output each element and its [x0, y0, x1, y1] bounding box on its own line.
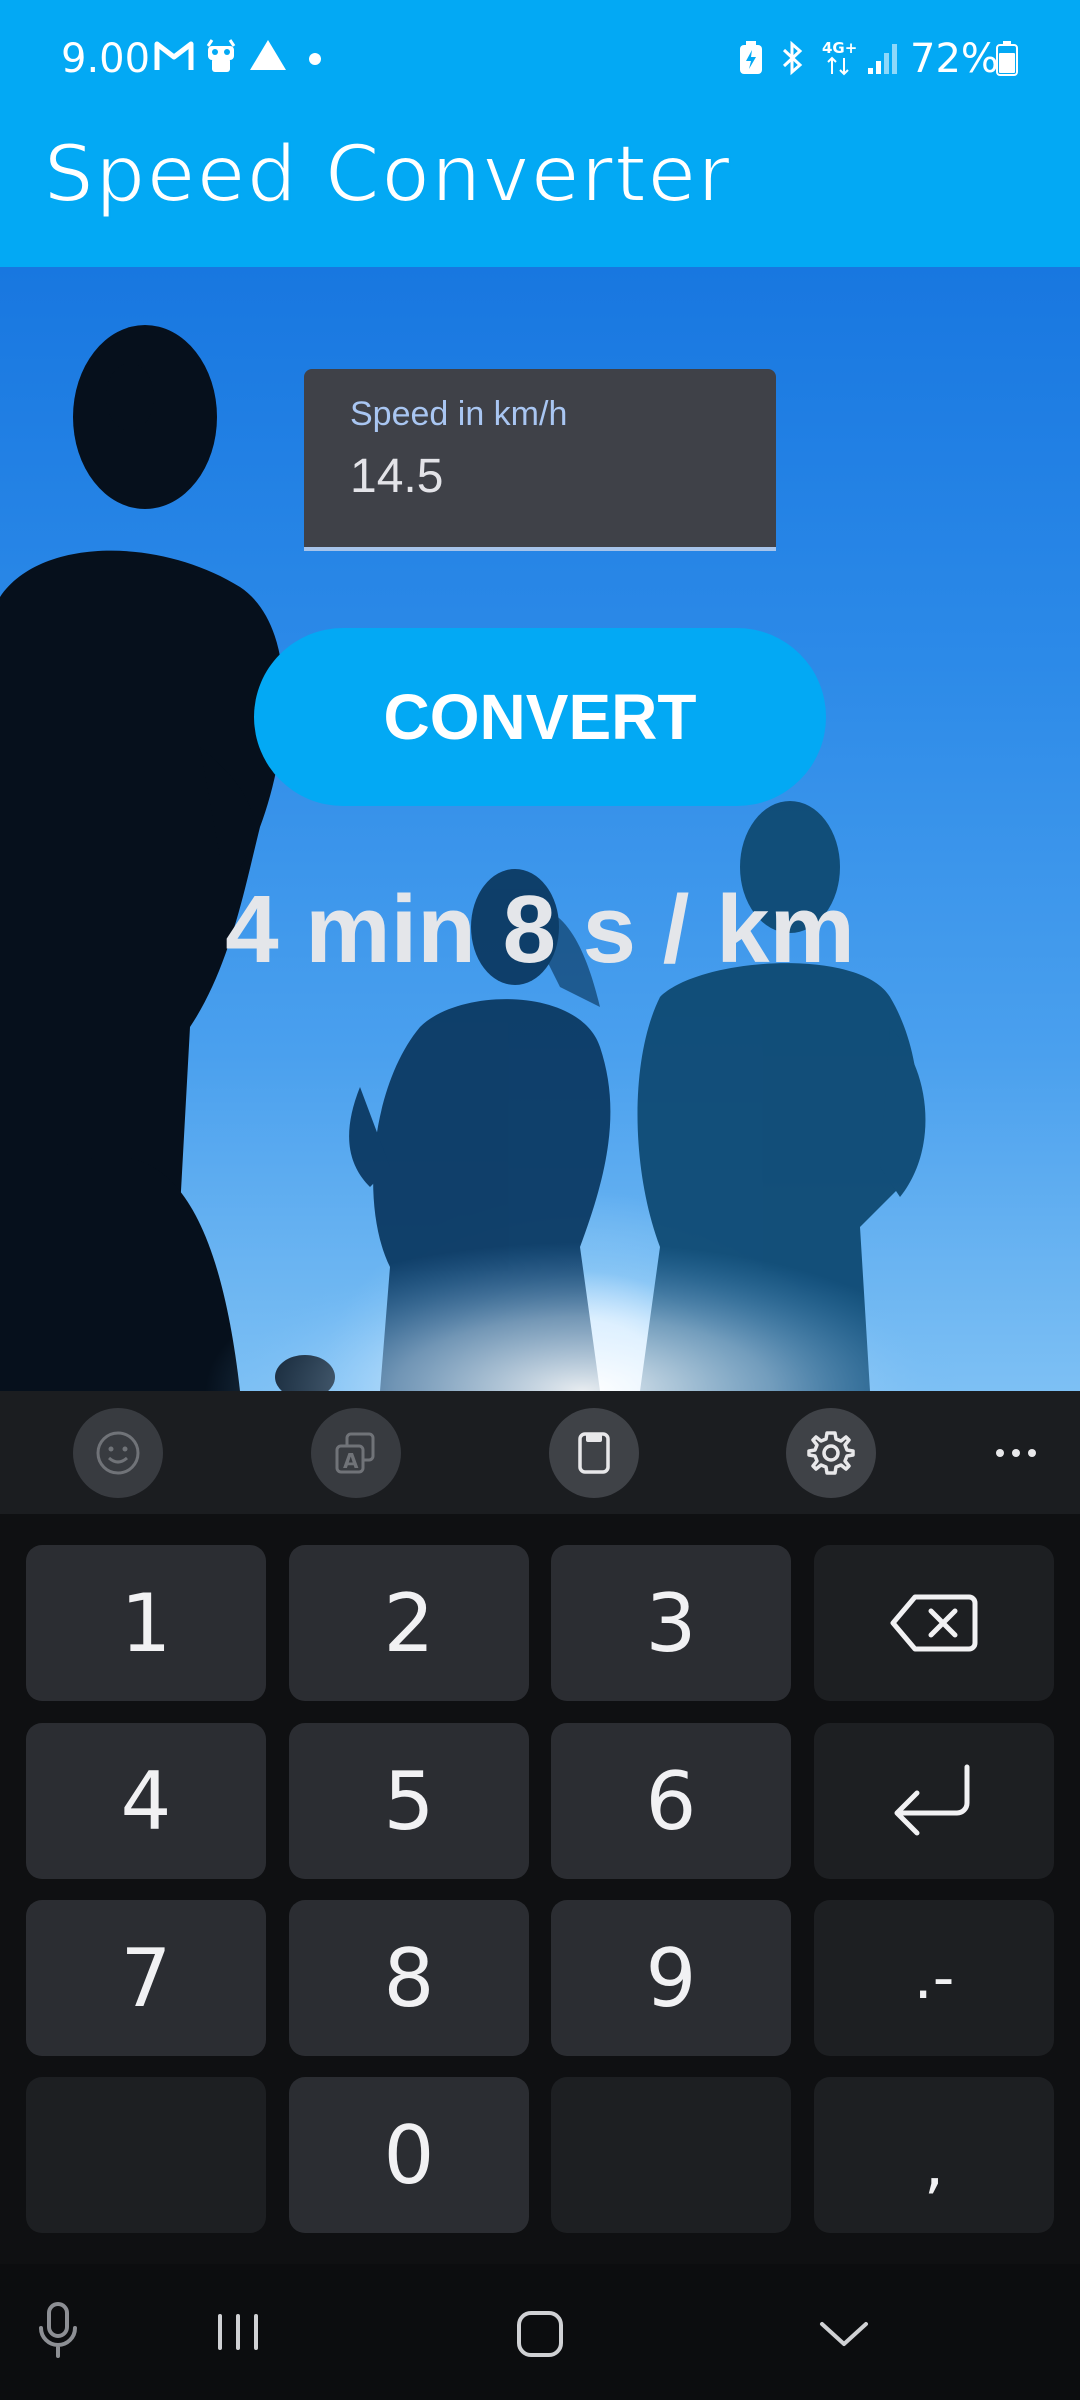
key-3[interactable]: 3	[551, 1545, 791, 1701]
recents-icon[interactable]	[212, 2312, 264, 2352]
enter-icon	[894, 1764, 970, 1836]
keyboard-toolbar: A	[0, 1391, 1080, 1514]
hero-background: Speed in km/h 14.5 CONVERT 4 min 8 s / k…	[0, 267, 1080, 1391]
translate-icon: A	[335, 1432, 375, 1474]
pace-result: 4 min 8 s / km	[225, 876, 855, 983]
comma-key[interactable]: ,	[814, 2077, 1054, 2233]
blank-key-left[interactable]	[26, 2077, 266, 2233]
keyboard-settings-button[interactable]	[786, 1408, 876, 1498]
numeric-keyboard: 1 2 3 4 5 6 7 8 9 .- 0 ,	[0, 1514, 1080, 2264]
key-6[interactable]: 6	[551, 1723, 791, 1879]
key-9[interactable]: 9	[551, 1900, 791, 2056]
key-4[interactable]: 4	[26, 1723, 266, 1879]
dot-icon	[309, 53, 321, 65]
key-8[interactable]: 8	[289, 1900, 529, 2056]
status-time: 9.00	[61, 36, 151, 82]
enter-key[interactable]	[814, 1723, 1054, 1879]
speed-input-label: Speed in km/h	[350, 395, 568, 433]
key-5[interactable]: 5	[289, 1723, 529, 1879]
bluetooth-icon	[782, 40, 803, 76]
key-1[interactable]: 1	[26, 1545, 266, 1701]
home-icon[interactable]	[514, 2308, 566, 2360]
emoji-icon	[96, 1431, 140, 1475]
network-type-icon: 4G+	[822, 39, 857, 76]
key-7[interactable]: 7	[26, 1900, 266, 2056]
backspace-key[interactable]	[814, 1545, 1054, 1701]
emoji-button[interactable]	[73, 1408, 163, 1498]
speed-input-value[interactable]: 14.5	[350, 449, 443, 504]
battery-saver-icon	[740, 41, 762, 74]
mic-icon[interactable]	[34, 2300, 82, 2360]
speed-input-field[interactable]: Speed in km/h 14.5	[304, 369, 776, 551]
hide-keyboard-icon[interactable]	[816, 2318, 872, 2350]
app-bar: 9.00 4G+ 72% Speed Converter	[0, 0, 1080, 267]
backspace-icon	[890, 1594, 978, 1652]
key-0[interactable]: 0	[289, 2077, 529, 2233]
app-title: Speed Converter	[43, 129, 732, 221]
convert-button[interactable]: CONVERT	[254, 628, 826, 806]
decimal-minus-key[interactable]: .-	[814, 1900, 1054, 2056]
blank-key-right[interactable]	[551, 2077, 791, 2233]
svg-text:4G+: 4G+	[822, 39, 857, 57]
signal-icon	[868, 44, 897, 74]
notification-icon	[206, 39, 236, 72]
clipboard-button[interactable]	[549, 1408, 639, 1498]
navigation-bar	[0, 2264, 1080, 2400]
settings-icon	[807, 1431, 855, 1475]
more-icon[interactable]	[994, 1441, 1038, 1465]
battery-icon	[996, 41, 1018, 76]
clipboard-icon	[578, 1432, 610, 1474]
drive-icon	[250, 40, 286, 70]
battery-percent: 72%	[910, 36, 999, 82]
svg-text:A: A	[343, 1449, 359, 1473]
translate-button[interactable]: A	[311, 1408, 401, 1498]
gmail-icon	[154, 41, 194, 70]
key-2[interactable]: 2	[289, 1545, 529, 1701]
